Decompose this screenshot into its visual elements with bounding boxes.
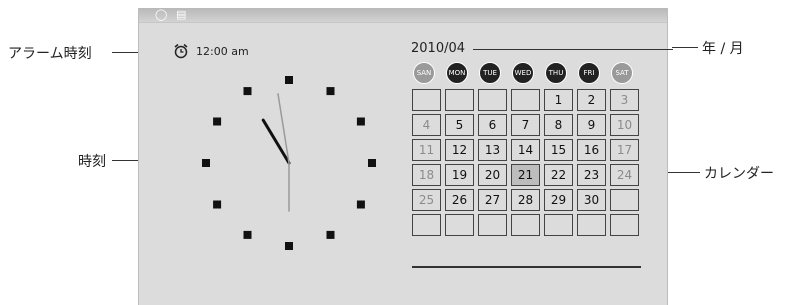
calendar-day-cell[interactable]: [412, 89, 441, 111]
status-bar: ◯ ▤: [139, 8, 667, 23]
weekday-wed: WED: [512, 62, 534, 84]
calendar-day-cell[interactable]: [511, 89, 540, 111]
calendar-day-cell[interactable]: 16: [577, 139, 606, 161]
alarm-time-callout: アラーム時刻: [8, 46, 92, 62]
hour-marker-5: [326, 230, 335, 239]
calendar-day-cell[interactable]: 30: [577, 189, 606, 211]
hour-marker-11: [243, 87, 252, 96]
calendar-day-cell[interactable]: 27: [478, 189, 507, 211]
hour-marker-8: [213, 200, 222, 209]
calendar-day-cell[interactable]: 21: [511, 164, 540, 186]
photo-frame-screen: ◯ ▤ 12:00 am 2010/04 SAN MON TUE WED THU FRI S…: [138, 8, 673, 305]
calendar-day-cell[interactable]: 2: [577, 89, 606, 111]
calendar-day-cell[interactable]: [511, 214, 540, 236]
calendar-day-cell[interactable]: 25: [412, 189, 441, 211]
hour-marker-7: [243, 230, 252, 239]
weekday-san: SAN: [413, 62, 435, 84]
weekday-fri: FRI: [578, 62, 600, 84]
hour-marker-9: [202, 159, 210, 167]
weekday-header: SAN MON TUE WED THU FRI SAT: [413, 62, 643, 84]
hour-marker-3: [368, 159, 376, 167]
hour-marker-1: [326, 87, 335, 96]
calendar-callout: カレンダー: [704, 166, 774, 182]
calendar-day-cell[interactable]: 19: [445, 164, 474, 186]
clock-callout: 時刻: [78, 154, 106, 170]
calendar-day-cell[interactable]: 11: [412, 139, 441, 161]
calendar-day-cell[interactable]: 29: [544, 189, 573, 211]
calendar-day-cell[interactable]: 18: [412, 164, 441, 186]
calendar-day-cell[interactable]: 17: [610, 139, 639, 161]
year-month-callout: 年 / 月: [702, 41, 744, 57]
calendar-day-cell[interactable]: 8: [544, 114, 573, 136]
lightbulb-icon: ◯: [155, 8, 168, 21]
calendar-day-cell[interactable]: [445, 89, 474, 111]
calendar-day-cell[interactable]: 9: [577, 114, 606, 136]
calendar-day-cell[interactable]: 12: [445, 139, 474, 161]
alarm-time: 12:00 am: [196, 44, 249, 58]
weekday-sat: SAT: [611, 62, 633, 84]
calendar-day-cell[interactable]: [478, 89, 507, 111]
calendar-day-cell[interactable]: 28: [511, 189, 540, 211]
calendar-day-cell[interactable]: 23: [577, 164, 606, 186]
weekday-tue: TUE: [479, 62, 501, 84]
calendar-day-cell[interactable]: [445, 214, 474, 236]
calendar-day-cell[interactable]: 5: [445, 114, 474, 136]
calendar-day-cell[interactable]: [478, 214, 507, 236]
card-icon: ▤: [176, 8, 187, 21]
calendar-day-cell[interactable]: [544, 214, 573, 236]
calendar-day-cell[interactable]: 13: [478, 139, 507, 161]
calendar-day-cell[interactable]: 26: [445, 189, 474, 211]
calendar-day-cell[interactable]: 4: [412, 114, 441, 136]
hour-marker-4: [356, 200, 365, 209]
calendar-day-cell[interactable]: 24: [610, 164, 639, 186]
calendar-day-cell[interactable]: 10: [610, 114, 639, 136]
hour-marker-2: [356, 117, 365, 126]
weekday-mon: MON: [446, 62, 468, 84]
weekday-thu: THU: [545, 62, 567, 84]
analog-clock: [202, 76, 376, 250]
calendar-day-cell[interactable]: [610, 214, 639, 236]
hour-marker-6: [285, 242, 293, 250]
calendar-day-cell[interactable]: 6: [478, 114, 507, 136]
alarm-display[interactable]: 12:00 am: [173, 42, 249, 60]
hour-marker-10: [213, 117, 222, 126]
calendar-day-cell[interactable]: [412, 214, 441, 236]
calendar-day-cell[interactable]: 22: [544, 164, 573, 186]
hour-marker-12: [285, 76, 293, 84]
calendar-day-cell[interactable]: 20: [478, 164, 507, 186]
calendar-day-cell[interactable]: 3: [610, 89, 639, 111]
calendar-bottom-rule: [412, 266, 641, 268]
calendar-day-cell[interactable]: 14: [511, 139, 540, 161]
year-month-rule: [473, 49, 673, 50]
calendar-day-cell[interactable]: 1: [544, 89, 573, 111]
year-month-leader: [672, 47, 698, 48]
calendar-day-cell[interactable]: [577, 214, 606, 236]
calendar-day-cell[interactable]: 15: [544, 139, 573, 161]
calendar-day-cell[interactable]: [610, 189, 639, 211]
calendar-day-cell[interactable]: 7: [511, 114, 540, 136]
alarm-clock-icon: [173, 43, 189, 59]
year-month: 2010/04: [411, 41, 466, 56]
